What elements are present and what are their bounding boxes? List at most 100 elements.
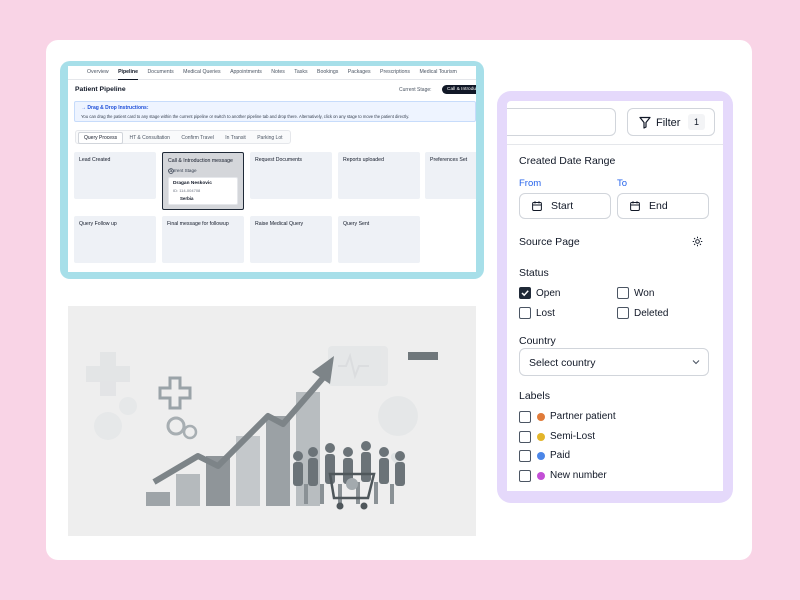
gear-icon [94, 412, 122, 440]
country-select-value: Select country [529, 357, 596, 369]
tab-medical-queries[interactable]: Medical Queries [183, 66, 220, 79]
tab-prescriptions[interactable]: Prescriptions [380, 66, 410, 79]
gear-icon[interactable] [692, 236, 703, 247]
search-input[interactable] [507, 108, 616, 136]
gear-icon [166, 416, 186, 436]
patient-card[interactable]: Dragan Neskovic ID: 114-004708 Serbia [168, 177, 238, 205]
patient-name: Dragan Neskovic [173, 181, 212, 186]
stage-label: Lead Created [79, 157, 111, 163]
stage-call-introduction[interactable]: Call & Introduction message Current Stag… [162, 152, 244, 210]
patient-country: Serbia [180, 196, 194, 201]
growth-illustration [68, 306, 476, 536]
status-won-checkbox[interactable] [617, 287, 629, 299]
page-title: Patient Pipeline [75, 86, 126, 93]
chevron-down-icon [692, 360, 700, 365]
tab-packages[interactable]: Packages [348, 66, 371, 79]
label-color-dot [537, 472, 545, 480]
country-title: Country [519, 335, 556, 347]
growth-chart-illustration [86, 346, 438, 510]
patient-id: ID: 114-004708 [173, 188, 201, 193]
drag-drop-instructions: → Drag & Drop Instructions: You can drag… [74, 101, 476, 122]
source-page-title: Source Page [519, 236, 580, 248]
pipeline-sub-tabs: Query Process HT & Consultation Confirm … [75, 130, 291, 144]
stage-label: Call & Introduction message [168, 158, 233, 164]
start-label: Start [551, 200, 574, 212]
stage-request-documents[interactable]: Request Documents [250, 152, 332, 199]
instructions-text: You can drag the patient card to any sta… [81, 114, 410, 119]
label-partner-patient: Partner patient [550, 411, 616, 422]
end-label: End [649, 200, 668, 212]
stage-reports-uploaded[interactable]: Reports uploaded [338, 152, 420, 199]
status-won-label: Won [634, 288, 655, 299]
tab-medical-tourism[interactable]: Medical Tourism [419, 66, 456, 79]
stage-label: Query Follow up [79, 221, 117, 227]
tab-notes[interactable]: Notes [271, 66, 285, 79]
start-date-button[interactable]: Start [519, 193, 611, 219]
status-deleted-label: Deleted [634, 308, 669, 319]
subtab-parking-lot[interactable]: Parking Lot [252, 132, 287, 144]
current-stage-label: Current Stage: [399, 87, 432, 93]
tab-tasks[interactable]: Tasks [294, 66, 307, 79]
labels-title: Labels [519, 390, 550, 402]
status-title: Status [519, 267, 549, 279]
current-stage-badge: Call & Introduction message [442, 85, 476, 94]
to-label: To [617, 178, 628, 189]
tab-bookings[interactable]: Bookings [317, 66, 338, 79]
status-lost-checkbox[interactable] [519, 307, 531, 319]
label-color-dot [537, 433, 545, 441]
filter-panel: Filter 1 Created Date Range From To Star… [507, 101, 723, 491]
tab-overview[interactable]: Overview [87, 66, 109, 79]
calendar-icon [630, 201, 640, 211]
status-open-label: Open [536, 288, 561, 299]
end-date-button[interactable]: End [617, 193, 709, 219]
label-paid: Paid [550, 450, 571, 461]
label-partner-patient-checkbox[interactable] [519, 411, 531, 423]
stage-query-sent[interactable]: Query Sent [338, 216, 420, 263]
tab-appointments[interactable]: Appointments [230, 66, 262, 79]
subtab-query-process[interactable]: Query Process [78, 132, 124, 144]
from-label: From [519, 178, 542, 189]
stage-label: Raise Medical Query [255, 221, 304, 227]
medical-cross-icon [86, 352, 130, 396]
label-paid-checkbox[interactable] [519, 450, 531, 462]
country-select[interactable]: Select country [519, 348, 709, 376]
status-lost-label: Lost [536, 308, 555, 319]
label-color-dot [537, 413, 545, 421]
subtab-confirm-travel[interactable]: Confirm Travel [176, 132, 219, 144]
pointing-hand-icon [408, 352, 438, 360]
label-new-number-checkbox[interactable] [519, 470, 531, 482]
stage-label: Reports uploaded [343, 157, 384, 163]
filter-label: Filter [656, 117, 681, 129]
calendar-icon [532, 201, 542, 211]
filter-count-badge: 1 [688, 114, 705, 130]
status-open-checkbox[interactable] [519, 287, 531, 299]
pipeline-header: Patient Pipeline Current Stage: Call & I… [74, 84, 476, 98]
status-deleted-checkbox[interactable] [617, 307, 629, 319]
stage-label: Preferences Set [430, 157, 468, 163]
stage-label: Query Sent [343, 221, 370, 227]
filter-button[interactable]: Filter 1 [627, 108, 715, 136]
current-stage-tag: Current Stage [168, 168, 197, 173]
tab-documents[interactable]: Documents [147, 66, 173, 79]
stage-lead-created[interactable]: Lead Created [74, 152, 156, 199]
stage-final-message[interactable]: Final message for followup [162, 216, 244, 263]
label-semi-lost: Semi-Lost [550, 431, 596, 442]
stage-preferences-set[interactable]: Preferences Set [425, 152, 476, 199]
label-color-dot [537, 452, 545, 460]
nav-tabs: Overview Pipeline Documents Medical Quer… [68, 66, 476, 80]
created-date-range-title: Created Date Range [519, 155, 616, 167]
label-semi-lost-checkbox[interactable] [519, 431, 531, 443]
medical-cross-icon [158, 376, 192, 410]
stage-query-follow-up[interactable]: Query Follow up [74, 216, 156, 263]
label-new-number: New number [550, 470, 607, 481]
check-icon [521, 290, 529, 297]
instructions-title: → Drag & Drop Instructions: [81, 105, 149, 111]
stage-label: Request Documents [255, 157, 302, 163]
filter-icon [639, 116, 651, 129]
subtab-in-transit[interactable]: In Transit [220, 132, 251, 144]
pipeline-window: Overview Pipeline Documents Medical Quer… [68, 66, 476, 272]
subtab-ht-consultation[interactable]: HT & Consultation [124, 132, 174, 144]
divider [507, 144, 723, 145]
stage-raise-medical-query[interactable]: Raise Medical Query [250, 216, 332, 263]
tab-pipeline[interactable]: Pipeline [118, 66, 138, 80]
